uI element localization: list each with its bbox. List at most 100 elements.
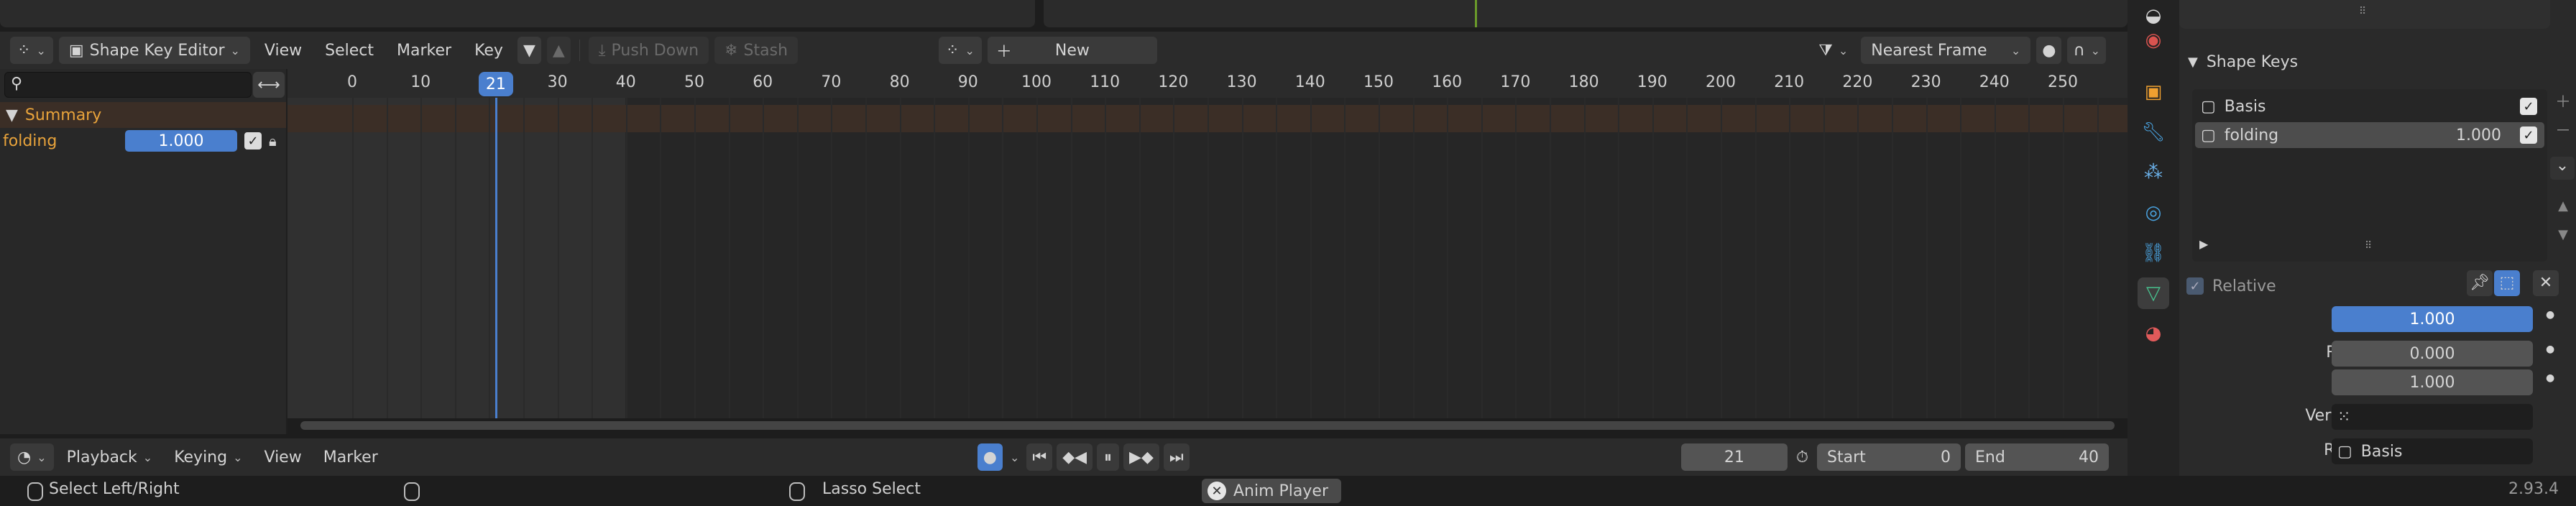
channel-row-folding[interactable]: folding 1.000 ✓ 🔒︎ (0, 128, 286, 154)
drag-grip-icon[interactable]: ⠿ (2359, 6, 2366, 17)
list-resize-grip-icon[interactable]: ⠿ (2365, 240, 2372, 252)
relative-to-field[interactable]: ▢ Basis (2332, 438, 2533, 464)
frame-ruler[interactable]: 0 10 30 40 50 60 70 80 90 100 110 120 130 140 150 160 17… (288, 69, 2128, 98)
pause-icon: ⏸ (1104, 448, 1113, 466)
next-keyframe-button[interactable]: ▶◆ (1123, 443, 1159, 471)
footer-marker-menu[interactable]: Marker (315, 443, 387, 471)
remove-shape-key-button[interactable]: － (2553, 118, 2573, 140)
shape-key-value[interactable]: 1.000 (2456, 126, 2501, 144)
keyframe-dot-icon[interactable]: ● (2546, 309, 2554, 321)
shape-key-item[interactable]: ▢ folding 1.000 ✓ (2195, 122, 2544, 148)
playhead-line[interactable] (495, 98, 497, 418)
chevron-down-icon: ⌄ (230, 43, 240, 58)
filter-button[interactable]: ⧩ ⌄ (1811, 37, 1855, 64)
shape-key-mute-checkbox[interactable]: ✓ (2520, 98, 2537, 115)
timeline-editor-type[interactable]: ◔ ⌄ (10, 443, 54, 471)
snap-label: Nearest Frame (1871, 41, 1987, 60)
tab-modifiers[interactable]: 🔧︎ (2138, 116, 2169, 148)
channel-mute-checkbox[interactable]: ✓ (244, 132, 262, 150)
disclosure-triangle-icon[interactable]: ▶ (2199, 237, 2208, 251)
keying-menu[interactable]: Keying ⌄ (165, 443, 251, 471)
tab-data[interactable]: ▽ (2138, 277, 2169, 309)
shape-key-item[interactable]: ▢ Basis ✓ (2195, 93, 2544, 119)
start-frame-field[interactable]: Start 0 (1817, 443, 1961, 471)
move-up-button[interactable]: ▲ (546, 37, 571, 64)
chevron-down-icon: ⌄ (965, 43, 975, 58)
relative-checkbox[interactable]: ✓ (2186, 277, 2204, 295)
cancel-icon[interactable]: ✕ (1208, 482, 1226, 500)
max-field[interactable]: 1.000 (2332, 369, 2533, 395)
stash-button[interactable]: ❄ Stash (714, 37, 799, 64)
record-button[interactable]: ● (977, 443, 1003, 471)
vertex-group-field[interactable]: ⁙ (2332, 404, 2533, 430)
move-key-up-button[interactable]: ▲ (2553, 198, 2573, 220)
footer-view-menu[interactable]: View (256, 443, 310, 471)
proportional-edit-button[interactable]: ● (2036, 37, 2062, 64)
clear-weights-button[interactable]: ✕ (2533, 270, 2559, 296)
render-icon: ◒ (2145, 5, 2162, 27)
ruler-tick-label: 250 (2048, 73, 2078, 91)
tab-world[interactable]: ◉ (2138, 24, 2169, 56)
channel-value-field[interactable]: 1.000 (125, 130, 237, 152)
pin-button[interactable]: 📌︎ (2467, 270, 2493, 296)
next-keyframe-icon: ▶◆ (1129, 448, 1154, 466)
new-action-button[interactable]: ＋ New (987, 37, 1157, 64)
shape-key-icon: ▢ (2337, 442, 2352, 461)
shape-keys-panel-header[interactable]: ▼ Shape Keys (2182, 47, 2556, 76)
lock-icon[interactable]: 🔒︎ (269, 132, 277, 150)
shape-key-mute-checkbox[interactable]: ✓ (2520, 126, 2537, 144)
snap-selector[interactable]: Nearest Frame ⌄ (1861, 37, 2031, 64)
grid-line (1823, 98, 1825, 418)
chevron-down-icon: ⌄ (2090, 43, 2100, 58)
grid-line (2063, 98, 2064, 418)
tab-physics[interactable]: ◎ (2138, 197, 2169, 229)
ruler-tick-label: 180 (1568, 73, 1599, 91)
value-field[interactable]: 1.000 (2332, 306, 2533, 332)
menu-key[interactable]: Key (466, 37, 512, 64)
tab-material[interactable]: ◕ (2138, 318, 2169, 349)
pause-button[interactable]: ⏸ (1097, 443, 1120, 471)
summary-row[interactable]: ▼ Summary (0, 102, 286, 128)
tab-object[interactable]: ▣ (2138, 76, 2169, 108)
keyframe-grid[interactable] (288, 98, 2128, 418)
end-frame-field[interactable]: End 40 (1965, 443, 2109, 471)
move-key-down-button[interactable]: ▼ (2553, 227, 2573, 249)
properties-tab-bar: ◒ ◉ ▣ 🔧︎ ⁂ ◎ ⛓ ▽ ◕ (2128, 0, 2179, 476)
range-min-field[interactable]: 0.000 (2332, 341, 2533, 367)
record-options[interactable]: ⌄ (1007, 443, 1022, 471)
filter-swap-button[interactable]: ⟷ (253, 72, 285, 98)
jump-start-button[interactable]: ⏮ (1026, 443, 1053, 471)
edit-mode-button[interactable]: ⬚ (2494, 270, 2520, 296)
shape-key-specials-button[interactable]: ⌄ (2550, 157, 2575, 180)
channel-search-input[interactable]: ⚲ (4, 72, 252, 98)
tab-constraints[interactable]: ⛓ (2138, 237, 2169, 269)
tab-particles[interactable]: ⁂ (2138, 157, 2169, 188)
playback-menu[interactable]: Playback ⌄ (58, 443, 162, 471)
grid-line (1173, 98, 1175, 418)
ruler-tick-label: 130 (1226, 73, 1257, 91)
shape-key-list[interactable]: ▢ Basis ✓ ▢ folding 1.000 ✓ ▶ ⠿ (2192, 89, 2547, 262)
falloff-button[interactable]: ∩ ⌄ (2067, 37, 2106, 64)
keyframe-dot-icon[interactable]: ● (2546, 344, 2554, 355)
disclosure-triangle-icon: ▼ (6, 106, 18, 124)
move-down-button[interactable]: ▼ (517, 37, 541, 64)
prev-keyframe-button[interactable]: ◆◀ (1057, 443, 1093, 471)
current-frame-field[interactable]: 21 (1680, 443, 1788, 471)
preview-range-button[interactable]: ⏱ (1792, 443, 1813, 471)
anim-player-job[interactable]: ✕ Anim Player (1202, 479, 1341, 503)
mode-selector[interactable]: ▣ Shape Key Editor ⌄ (58, 37, 250, 64)
menu-select[interactable]: Select (316, 37, 382, 64)
horizontal-scrollbar[interactable] (300, 421, 2115, 430)
menu-view[interactable]: View (256, 37, 310, 64)
keyframe-dot-icon[interactable]: ● (2546, 372, 2554, 384)
add-shape-key-button[interactable]: ＋ (2553, 89, 2573, 111)
action-browse-button[interactable]: ⁘ ⌄ (939, 37, 982, 64)
material-icon: ◕ (2145, 323, 2162, 344)
grid-line (1926, 98, 1928, 418)
push-down-button[interactable]: ⤓ Push Down (588, 37, 709, 64)
grid-line (1036, 98, 1038, 418)
current-frame-indicator[interactable]: 21 (478, 72, 513, 96)
editor-type-button[interactable]: ⁘ ⌄ (10, 37, 53, 64)
menu-marker[interactable]: Marker (388, 37, 460, 64)
jump-end-button[interactable]: ⏭ (1163, 443, 1190, 471)
